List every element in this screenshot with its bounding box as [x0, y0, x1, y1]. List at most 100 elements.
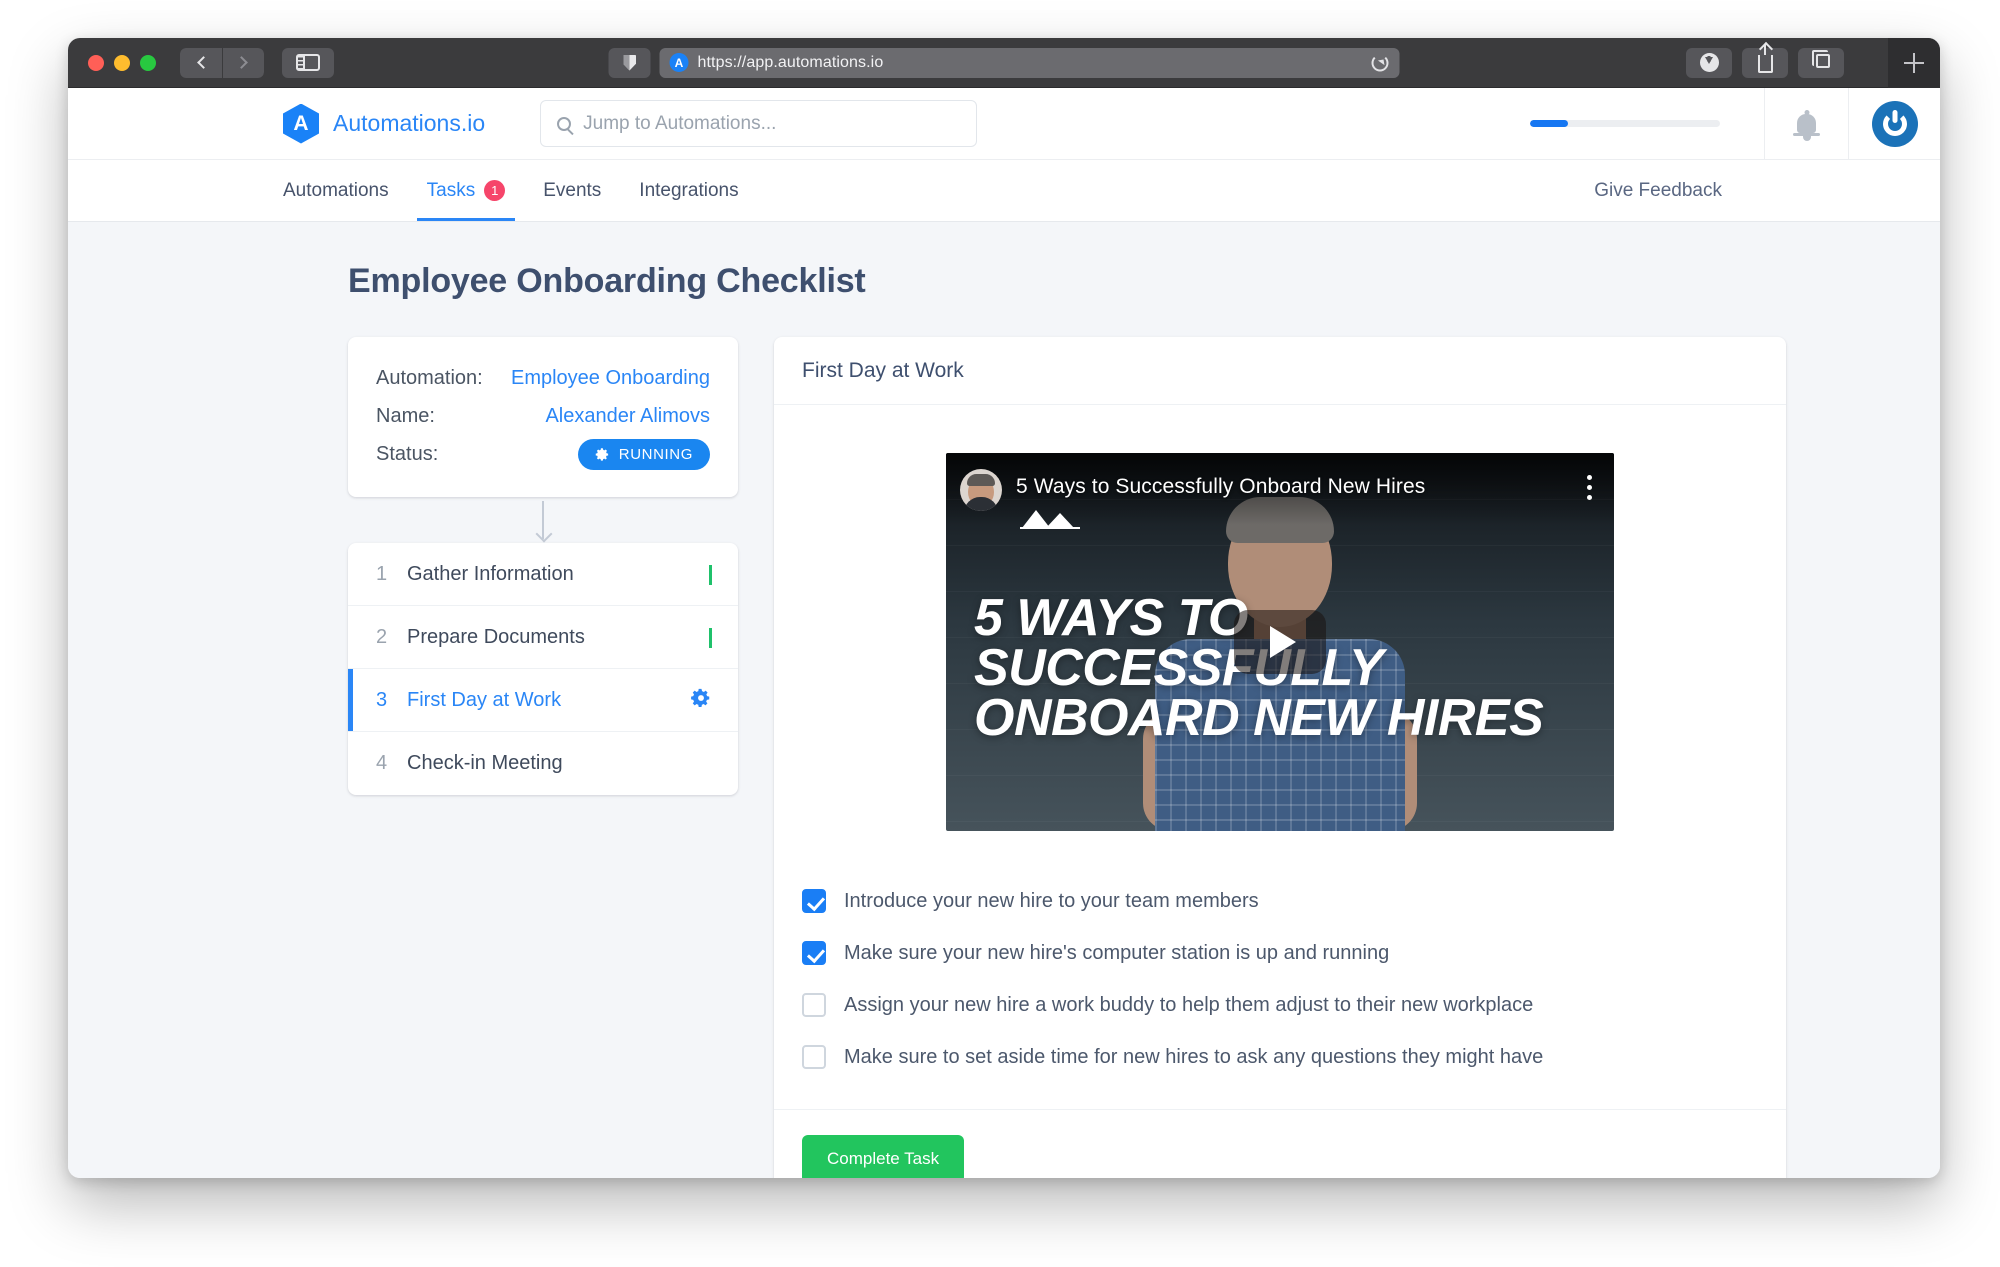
check-icon	[709, 628, 712, 648]
address-bar-group: A https://app.automations.io	[608, 47, 1400, 78]
window-controls	[88, 54, 156, 71]
checklist-item-1[interactable]: Introduce your new hire to your team mem…	[802, 875, 1758, 927]
step-status	[709, 565, 712, 585]
tab-overview-button[interactable]	[1798, 47, 1844, 78]
tab-integrations-label: Integrations	[639, 179, 739, 201]
back-chevron-icon	[196, 56, 210, 69]
search-placeholder: Jump to Automations...	[583, 112, 777, 134]
checklist-item-label: Assign your new hire a work buddy to hel…	[844, 993, 1534, 1016]
automation-info-card: Automation: Employee Onboarding Name: Al…	[348, 337, 738, 497]
check-icon	[709, 565, 712, 585]
step-status	[709, 628, 712, 648]
back-button[interactable]	[180, 47, 222, 78]
complete-task-button[interactable]: Complete Task	[802, 1135, 965, 1178]
step-label: First Day at Work	[407, 688, 562, 711]
kebab-menu-icon[interactable]	[1587, 475, 1592, 505]
share-button[interactable]	[1742, 47, 1788, 78]
screenshot-root: A https://app.automations.io A Automatio…	[0, 0, 2000, 1267]
info-row-name: Name: Alexander Alimovs	[376, 397, 710, 435]
tab-automations[interactable]: Automations	[283, 160, 408, 221]
step-item-3[interactable]: 3 First Day at Work	[348, 669, 738, 732]
info-row-automation: Automation: Employee Onboarding	[376, 359, 710, 397]
progress-fill	[1530, 120, 1568, 127]
tab-tasks-badge: 1	[484, 180, 506, 201]
checklist-item-3[interactable]: Assign your new hire a work buddy to hel…	[802, 979, 1758, 1031]
page-title: Employee Onboarding Checklist	[348, 262, 866, 300]
step-number: 1	[376, 562, 388, 585]
right-column: First Day at Work 5 Ways to Successfully…	[774, 337, 1786, 1178]
forward-button[interactable]	[222, 47, 264, 78]
status-label: Status:	[376, 442, 439, 465]
checkbox-checked-icon[interactable]	[802, 941, 826, 965]
step-item-2[interactable]: 2 Prepare Documents	[348, 606, 738, 669]
checklist-item-2[interactable]: Make sure your new hire's computer stati…	[802, 927, 1758, 979]
checklist-item-4[interactable]: Make sure to set aside time for new hire…	[802, 1031, 1758, 1083]
info-row-status: Status: RUNNING	[376, 435, 710, 473]
tab-events[interactable]: Events	[524, 160, 620, 221]
minimize-window-button[interactable]	[114, 54, 130, 71]
checkbox-unchecked-icon[interactable]	[802, 1045, 826, 1069]
play-button[interactable]	[1234, 610, 1326, 674]
plus-icon	[1904, 53, 1924, 73]
tab-automations-label: Automations	[283, 179, 389, 201]
step-label: Prepare Documents	[407, 625, 585, 648]
checklist-item-label: Make sure to set aside time for new hire…	[844, 1045, 1544, 1068]
step-number: 4	[376, 752, 388, 774]
task-panel-footer: Complete Task	[774, 1109, 1786, 1178]
bell-icon	[1793, 114, 1820, 141]
step-label: Gather Information	[407, 562, 574, 585]
tab-integrations[interactable]: Integrations	[620, 160, 757, 221]
search-icon	[557, 116, 572, 131]
checkbox-unchecked-icon[interactable]	[802, 993, 826, 1017]
sidebar-toggle-button[interactable]	[282, 47, 334, 78]
browser-titlebar: A https://app.automations.io	[68, 38, 1940, 88]
channel-avatar[interactable]	[960, 469, 1002, 511]
downloads-button[interactable]	[1686, 47, 1732, 78]
reload-icon[interactable]	[1371, 54, 1389, 71]
notifications-button[interactable]	[1764, 88, 1848, 159]
video-title[interactable]: 5 Ways to Successfully Onboard New Hires	[1016, 475, 1425, 499]
step-item-1[interactable]: 1 Gather Information	[348, 543, 738, 606]
navigation-buttons	[180, 47, 264, 78]
sidebar-toggle-icon	[296, 54, 320, 71]
automation-label: Automation:	[376, 366, 483, 389]
step-number: 3	[376, 688, 388, 711]
left-column: Automation: Employee Onboarding Name: Al…	[348, 337, 738, 1178]
maximize-window-button[interactable]	[140, 54, 156, 71]
name-label: Name:	[376, 404, 435, 427]
task-panel-body: 5 Ways to Successfully Onboard New Hires	[774, 405, 1786, 831]
video-overlay-line-3: ONBOARD NEW HIRES	[974, 688, 1544, 747]
tab-tasks-label: Tasks	[426, 179, 476, 201]
step-number: 2	[376, 625, 388, 648]
name-value[interactable]: Alexander Alimovs	[545, 405, 710, 428]
step-item-4[interactable]: 4 Check-in Meeting	[348, 732, 738, 795]
brand[interactable]: A Automations.io	[68, 88, 485, 159]
checklist-item-label: Make sure your new hire's computer stati…	[844, 941, 1390, 964]
share-icon	[1757, 55, 1773, 73]
progress-indicator	[1486, 88, 1764, 159]
address-bar[interactable]: A https://app.automations.io	[659, 47, 1400, 78]
new-tab-button[interactable]	[1888, 38, 1940, 88]
download-icon	[1699, 53, 1719, 72]
brand-logo-icon: A	[283, 103, 319, 144]
checkbox-checked-icon[interactable]	[802, 889, 826, 913]
search-box[interactable]: Jump to Automations...	[540, 100, 978, 147]
forward-chevron-icon	[235, 56, 248, 69]
site-favicon-icon: A	[669, 53, 689, 72]
tab-tasks[interactable]: Tasks 1	[408, 160, 525, 221]
automation-value[interactable]: Employee Onboarding	[511, 367, 710, 390]
avatar	[1871, 100, 1918, 147]
steps-list: 1 Gather Information 2 Prepare Documents	[348, 543, 738, 795]
close-window-button[interactable]	[88, 54, 104, 71]
header-right	[1486, 88, 1940, 159]
gear-icon	[595, 447, 608, 461]
nav-tabs: Automations Tasks 1 Events Integrations	[68, 160, 758, 221]
give-feedback-link[interactable]: Give Feedback	[1594, 180, 1940, 202]
account-button[interactable]	[1848, 88, 1940, 159]
progress-track	[1530, 120, 1720, 127]
task-panel: First Day at Work 5 Ways to Successfully…	[774, 337, 1786, 1178]
privacy-report-button[interactable]	[608, 47, 651, 78]
video-player[interactable]: 5 Ways to Successfully Onboard New Hires	[946, 453, 1614, 831]
checklist-item-label: Introduce your new hire to your team mem…	[844, 889, 1259, 912]
app-viewport: A Automations.io Jump to Automations...	[68, 88, 1940, 1178]
